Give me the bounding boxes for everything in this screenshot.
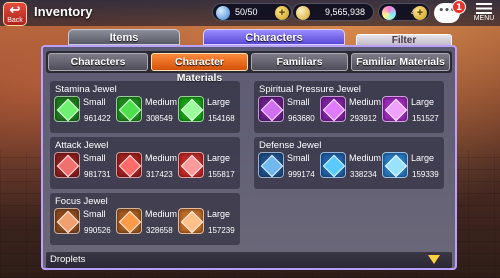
menu-label: MENU: [473, 15, 495, 22]
item-count: 151527: [412, 114, 439, 123]
size-label: Large: [411, 97, 435, 107]
tab-items[interactable]: Items: [68, 29, 180, 45]
material-slot[interactable]: Medium 308549: [116, 96, 178, 130]
gem-icon: [382, 6, 396, 20]
orange-jewel-small-icon: [54, 208, 80, 234]
size-label: Small: [287, 97, 310, 107]
material-slot[interactable]: Small 999174: [258, 152, 320, 186]
size-label: Medium: [145, 97, 178, 107]
material-slot[interactable]: Large 154168: [178, 96, 240, 130]
add-stamina-button[interactable]: +: [275, 6, 289, 20]
group-title: Focus Jewel: [55, 196, 108, 207]
item-count: 990526: [84, 226, 111, 235]
tab-characters[interactable]: Characters: [203, 29, 345, 45]
back-button[interactable]: ↩ Back: [3, 2, 27, 26]
size-label: Medium: [145, 153, 178, 163]
blue-jewel-medium-icon: [320, 152, 346, 178]
material-slot[interactable]: Medium 293912: [320, 96, 382, 130]
size-label: Medium: [145, 209, 178, 219]
materials-list[interactable]: Stamina Jewel Small 961422 Medium 308549…: [48, 79, 450, 249]
orange-jewel-large-icon: [178, 208, 204, 234]
subtab-familiar-materials[interactable]: Familiar Materials: [351, 53, 450, 71]
group-title: Stamina Jewel: [55, 84, 117, 95]
group-spiritual-pressure-jewel: Spiritual Pressure Jewel Small 963680 Me…: [254, 81, 444, 133]
size-label: Medium: [349, 97, 382, 107]
stamina-value: 50/50: [235, 7, 258, 17]
group-attack-jewel: Attack Jewel Small 981731 Medium 317423 …: [50, 137, 240, 189]
money-counter: 9,565,938: [292, 3, 374, 21]
item-count: 308549: [146, 114, 173, 123]
group-title: Spiritual Pressure Jewel: [259, 84, 361, 95]
material-slot[interactable]: Small 963680: [258, 96, 320, 130]
material-slot[interactable]: Large 151527: [382, 96, 444, 130]
gems-counter: 46 +: [378, 3, 430, 21]
item-count: 159339: [412, 170, 439, 179]
subtab-characters[interactable]: Characters: [48, 53, 148, 71]
item-count: 154168: [208, 114, 235, 123]
group-focus-jewel: Focus Jewel Small 990526 Medium 328658 L…: [50, 193, 240, 245]
item-count: 328658: [146, 226, 173, 235]
size-label: Small: [83, 209, 106, 219]
material-slot[interactable]: Large 155817: [178, 152, 240, 186]
item-count: 963680: [288, 114, 315, 123]
purple-jewel-large-icon: [382, 96, 408, 122]
purple-jewel-medium-icon: [320, 96, 346, 122]
group-stamina-jewel: Stamina Jewel Small 961422 Medium 308549…: [50, 81, 240, 133]
size-label: Large: [207, 153, 231, 163]
red-jewel-medium-icon: [116, 152, 142, 178]
green-jewel-medium-icon: [116, 96, 142, 122]
material-slot[interactable]: Medium 338234: [320, 152, 382, 186]
top-bar: ↩ Back Inventory 50/50 + 9,565,938 46 + …: [0, 0, 500, 26]
stamina-icon: [216, 6, 230, 20]
red-jewel-small-icon: [54, 152, 80, 178]
material-slot[interactable]: Medium 317423: [116, 152, 178, 186]
size-label: Small: [83, 97, 106, 107]
item-count: 338234: [350, 170, 377, 179]
subtab-familiars[interactable]: Familiars: [251, 53, 348, 71]
notification-badge: 1: [452, 0, 466, 14]
green-jewel-small-icon: [54, 96, 80, 122]
size-label: Medium: [349, 153, 382, 163]
blue-jewel-small-icon: [258, 152, 284, 178]
size-label: Large: [207, 209, 231, 219]
menu-button[interactable]: MENU: [471, 2, 497, 26]
material-slot[interactable]: Small 981731: [54, 152, 116, 186]
size-label: Small: [83, 153, 106, 163]
item-count: 999174: [288, 170, 315, 179]
page-title: Inventory: [34, 4, 93, 19]
back-label: Back: [7, 17, 23, 24]
size-label: Large: [411, 153, 435, 163]
purple-jewel-small-icon: [258, 96, 284, 122]
item-count: 293912: [350, 114, 377, 123]
item-count: 155817: [208, 170, 235, 179]
item-count: 157239: [208, 226, 235, 235]
add-gems-button[interactable]: +: [413, 6, 427, 20]
material-slot[interactable]: Large 157239: [178, 208, 240, 242]
material-slot[interactable]: Small 961422: [54, 96, 116, 130]
green-jewel-large-icon: [178, 96, 204, 122]
item-count: 961422: [84, 114, 111, 123]
group-title: Attack Jewel: [55, 140, 109, 151]
material-slot[interactable]: Large 159339: [382, 152, 444, 186]
size-label: Small: [287, 153, 310, 163]
item-count: 981731: [84, 170, 111, 179]
money-value: 9,565,938: [325, 7, 366, 17]
droplets-label: Droplets: [50, 254, 86, 265]
red-jewel-large-icon: [178, 152, 204, 178]
size-label: Large: [207, 97, 231, 107]
subtab-character-materials[interactable]: Character Materials: [151, 53, 248, 84]
blue-jewel-large-icon: [382, 152, 408, 178]
group-defense-jewel: Defense Jewel Small 999174 Medium 338234…: [254, 137, 444, 189]
stamina-counter: 50/50 +: [212, 3, 292, 21]
orange-jewel-medium-icon: [116, 208, 142, 234]
coin-icon: [296, 6, 310, 20]
item-count: 317423: [146, 170, 173, 179]
expand-triangle-icon: [428, 255, 440, 264]
hamburger-icon: [476, 3, 492, 14]
group-title: Defense Jewel: [259, 140, 322, 151]
material-slot[interactable]: Small 990526: [54, 208, 116, 242]
droplets-section-header[interactable]: Droplets: [46, 252, 452, 268]
material-slot[interactable]: Medium 328658: [116, 208, 178, 242]
back-arrow-icon: ↩: [9, 2, 21, 17]
